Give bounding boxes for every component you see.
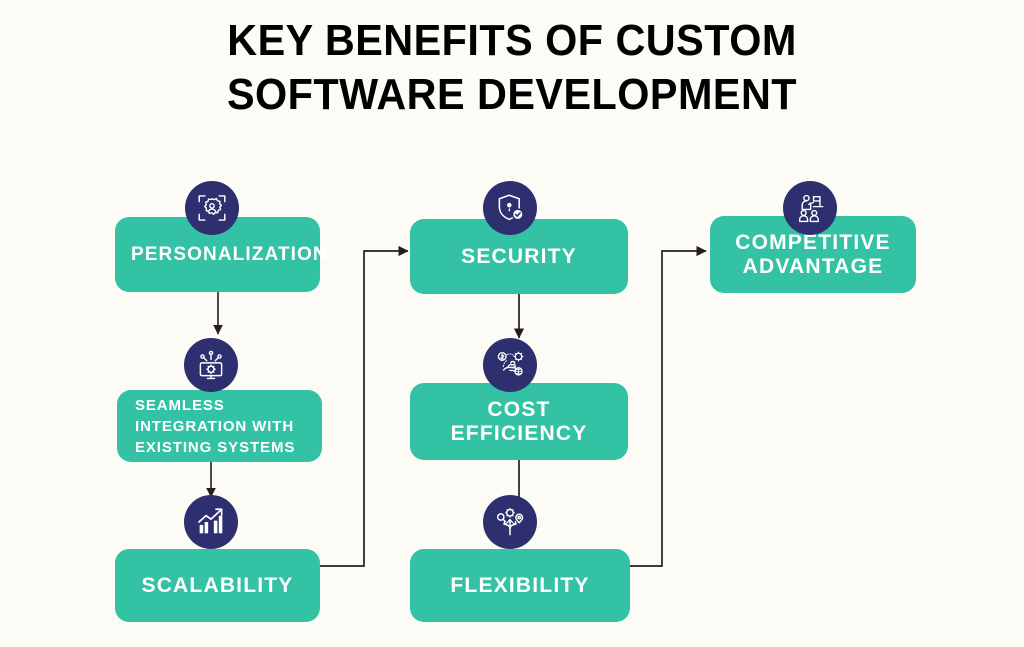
connector-flexibility-to-competitive <box>630 245 707 567</box>
node-card-flexibility[interactable]: FLEXIBILITY <box>410 549 630 622</box>
node-label-line-2: INTEGRATION WITH <box>135 417 295 435</box>
money-hand-gear-icon <box>483 338 537 392</box>
connector-scalability-to-security <box>320 245 409 567</box>
node-label-line-3: EXISTING SYSTEMS <box>135 438 296 456</box>
node-label-personalization: PERSONALIZATION <box>131 243 328 265</box>
team-flag-leader-icon <box>783 181 837 235</box>
node-label-line-2: ADVANTAGE <box>742 254 884 278</box>
branching-path-icon <box>483 495 537 549</box>
node-label-cost-efficiency: COST EFFICIENCY <box>410 398 628 446</box>
node-label-line-1: COST <box>487 397 551 421</box>
node-label-line-1: SEAMLESS <box>135 396 225 414</box>
node-card-cost-efficiency[interactable]: COST EFFICIENCY <box>410 383 628 460</box>
node-label-line-2: EFFICIENCY <box>450 421 588 445</box>
gear-person-scan-icon <box>185 181 239 235</box>
growth-chart-icon <box>184 495 238 549</box>
node-label-scalability: SCALABILITY <box>141 573 294 597</box>
node-label-seamless-integration: SEAMLESS INTEGRATION WITH EXISTING SYSTE… <box>117 395 322 458</box>
node-label-flexibility: FLEXIBILITY <box>450 573 590 597</box>
node-label-competitive-advantage: COMPETITIVE ADVANTAGE <box>710 231 916 279</box>
node-card-seamless-integration[interactable]: SEAMLESS INTEGRATION WITH EXISTING SYSTE… <box>117 390 322 462</box>
infographic-canvas: KEY BENEFITS OF CUSTOM SOFTWARE DEVELOPM… <box>0 0 1024 647</box>
node-label-security: SECURITY <box>461 244 577 268</box>
monitor-gear-network-icon <box>184 338 238 392</box>
shield-lock-check-icon <box>483 181 537 235</box>
node-card-scalability[interactable]: SCALABILITY <box>115 549 320 622</box>
